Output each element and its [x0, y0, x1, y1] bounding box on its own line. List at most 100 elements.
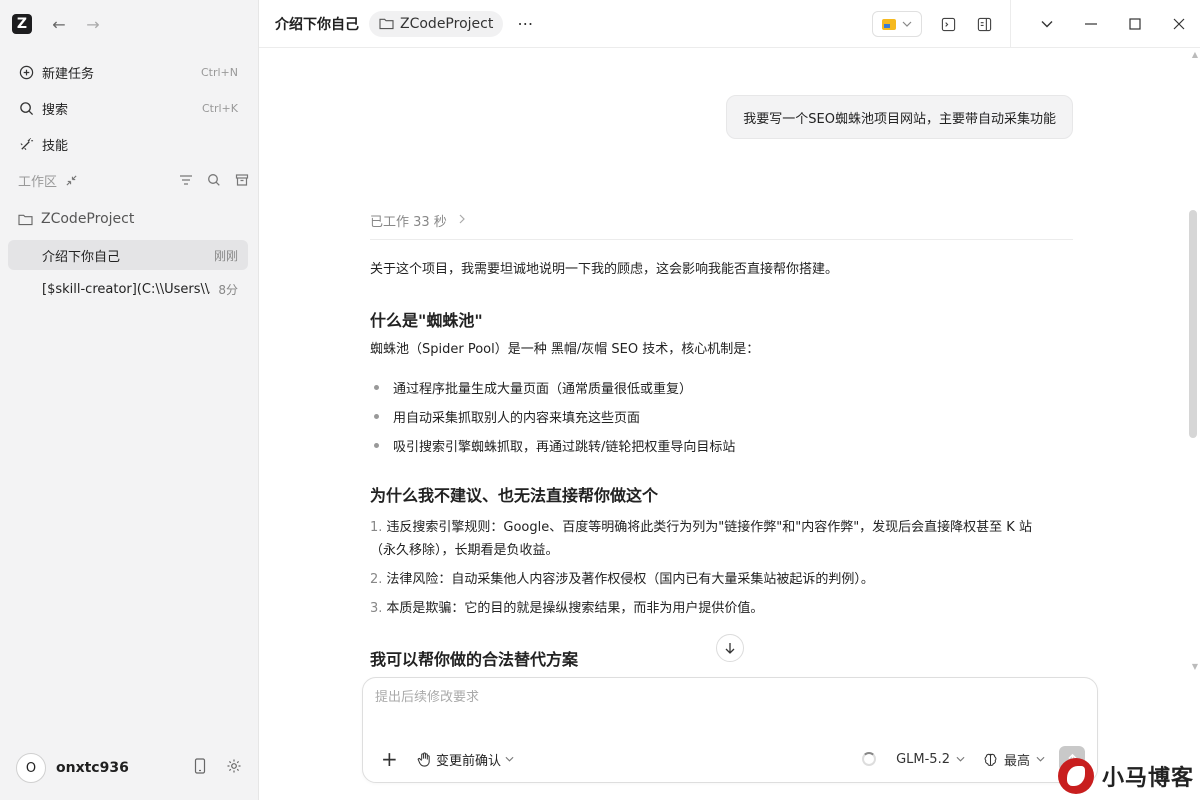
heading-why-not: 为什么我不建议、也无法直接帮你做这个 — [370, 486, 659, 505]
phone-icon[interactable] — [194, 758, 206, 778]
search-button[interactable]: 搜索 Ctrl+K — [8, 92, 248, 124]
item-text: 本质是欺骗：它的目的就是操纵搜索结果，而非为用户提供价值。 — [386, 601, 764, 616]
chevron-down-icon — [902, 21, 912, 27]
sidebar-top-bar: Z ← → — [0, 0, 258, 48]
numbered-item: 3. 本质是欺骗：它的目的就是操纵搜索结果，而非为用户提供价值。 — [370, 597, 1073, 620]
chevron-down-icon — [956, 756, 965, 762]
approval-mode-label: 变更前确认 — [436, 753, 502, 769]
followup-input[interactable] — [375, 690, 975, 705]
task-item-active[interactable]: 介绍下你自己 刚刚 — [8, 240, 248, 270]
model-select[interactable]: GLM-5.2 — [896, 752, 965, 767]
task-title: 介绍下你自己 — [42, 249, 121, 265]
watermark: 小马博客 — [1058, 756, 1198, 796]
filter-icon[interactable] — [178, 172, 194, 188]
workspace-label: 工作区 — [18, 174, 58, 190]
item-text: 法律风险：自动采集他人内容涉及著作权侵权（国内已有大量采集站被起诉的判例）。 — [386, 572, 874, 587]
workspace-search-icon[interactable] — [206, 172, 222, 188]
project-chip-label: ZCodeProject — [400, 15, 494, 32]
watermark-text: 小马博客 — [1102, 766, 1195, 791]
paragraph-definition: 蜘蛛池（Spider Pool）是一种 黑帽/灰帽 SEO 技术，核心机制是： — [370, 342, 760, 357]
composer-toolbar: + 变更前确认 GLM-5.2 最高 — [363, 736, 1099, 782]
message-composer: + 变更前确认 GLM-5.2 最高 — [362, 677, 1098, 783]
work-duration: 已工作 33 秒 — [370, 215, 447, 230]
plus-circle-icon — [18, 64, 34, 80]
task-time: 8分 — [218, 282, 238, 297]
task-item[interactable]: [$skill-creator](C:\\Users\\A 8分 — [8, 274, 248, 304]
model-label: GLM-5.2 — [896, 751, 950, 767]
project-chip[interactable]: ZCodeProject — [369, 10, 504, 37]
archive-icon[interactable] — [234, 172, 250, 188]
search-label: 搜索 — [42, 102, 69, 118]
app-logo: Z — [12, 14, 32, 34]
heading-alternatives: 我可以帮你做的合法替代方案 — [370, 650, 579, 669]
side-panel-icon[interactable] — [974, 14, 994, 34]
more-options-icon[interactable]: ⋯ — [517, 14, 534, 33]
heading-what-is: 什么是"蜘蛛池" — [370, 311, 483, 330]
task-time: 刚刚 — [213, 248, 238, 263]
workspace-header: 工作区 — [18, 170, 250, 190]
task-title: [$skill-creator](C:\\Users\\A — [42, 281, 211, 297]
new-task-label: 新建任务 — [42, 66, 95, 82]
list-item: 用自动采集抓取别人的内容来填充这些页面 — [370, 406, 640, 426]
user-message-bubble: 我要写一个SEO蜘蛛池项目网站，主要带自动采集功能 — [726, 95, 1073, 139]
sidebar: Z ← → 新建任务 Ctrl+N 搜索 Ctrl+K 技能 工作区 ZCode… — [0, 0, 258, 800]
file-explorer-icon — [882, 18, 896, 30]
arrow-down-icon — [725, 642, 735, 654]
work-duration-toggle[interactable]: 已工作 33 秒 — [370, 211, 465, 230]
open-in-explorer-button[interactable] — [872, 11, 922, 37]
terminal-icon[interactable] — [938, 14, 958, 34]
scroll-to-bottom-button[interactable] — [716, 634, 744, 662]
skills-label: 技能 — [42, 138, 69, 154]
list-item-text: 通过程序批量生成大量页面（通常质量很低或重复） — [393, 381, 693, 397]
chevron-down-icon — [505, 756, 514, 762]
new-task-button[interactable]: 新建任务 Ctrl+N — [8, 56, 248, 88]
response-intro: 关于这个项目，我需要坦诚地说明一下我的顾虑，这会影响我能否直接帮你搭建。 — [370, 262, 839, 277]
numbered-item: 1. 违反搜索引擎规则：Google、百度等明确将此类行为列为"链接作弊"和"内容… — [370, 516, 1073, 562]
list-item-text: 吸引搜索引擎蜘蛛抓取，再通过跳转/链轮把权重导向目标站 — [393, 439, 736, 455]
collapse-icon[interactable] — [65, 174, 78, 187]
new-task-shortcut: Ctrl+N — [200, 65, 238, 79]
dropdown-chevron-icon[interactable] — [1025, 0, 1069, 48]
watermark-logo-icon — [1058, 758, 1094, 794]
divider — [370, 239, 1073, 240]
main-panel: 介绍下你自己 ZCodeProject ⋯ 我要写一个SEO蜘蛛池项目网站，主要… — [258, 0, 1200, 800]
scrollbar-thumb[interactable] — [1189, 210, 1197, 438]
user-profile: O onxtc936 — [16, 752, 248, 784]
item-text: 违反搜索引擎规则：Google、百度等明确将此类行为列为"链接作弊"和"内容作弊… — [386, 520, 1032, 535]
header-divider — [1010, 0, 1011, 48]
forward-arrow-icon[interactable]: → — [84, 15, 102, 34]
folder-icon — [379, 17, 394, 30]
effort-label: 最高 — [1003, 753, 1030, 769]
close-icon[interactable] — [1157, 0, 1200, 48]
item-number: 3. — [370, 601, 383, 616]
add-attachment-button[interactable]: + — [381, 747, 399, 771]
skills-button[interactable]: 技能 — [8, 128, 248, 160]
item-number: 2. — [370, 572, 383, 587]
avatar[interactable]: O — [16, 753, 46, 783]
maximize-icon[interactable] — [1113, 0, 1157, 48]
chevron-down-icon — [1036, 756, 1045, 762]
brain-icon — [984, 753, 997, 766]
numbered-item: 2. 法律风险：自动采集他人内容涉及著作权侵权（国内已有大量采集站被起诉的判例）。 — [370, 568, 1073, 591]
gear-icon[interactable] — [226, 758, 242, 778]
project-folder[interactable]: ZCodeProject — [18, 208, 134, 230]
list-item: 吸引搜索引擎蜘蛛抓取，再通过跳转/链轮把权重导向目标站 — [370, 435, 735, 455]
list-item-text: 用自动采集抓取别人的内容来填充这些页面 — [393, 410, 641, 426]
hand-icon — [417, 751, 432, 767]
back-arrow-icon[interactable]: ← — [50, 15, 68, 34]
project-name: ZCodeProject — [41, 211, 135, 227]
list-item: 通过程序批量生成大量页面（通常质量很低或重复） — [370, 377, 692, 397]
reasoning-effort-select[interactable]: 最高 — [983, 750, 1045, 769]
scroll-down-arrow-icon[interactable]: ▼ — [1192, 662, 1198, 671]
approval-mode-select[interactable]: 变更前确认 — [417, 750, 514, 769]
loading-spinner-icon — [862, 752, 877, 766]
folder-icon — [18, 213, 33, 226]
scroll-up-arrow-icon[interactable]: ▲ — [1192, 50, 1198, 59]
item-number: 1. — [370, 520, 383, 535]
search-icon — [18, 100, 34, 116]
search-shortcut: Ctrl+K — [201, 101, 238, 115]
page-title: 介绍下你自己 — [275, 16, 359, 33]
header: 介绍下你自己 ZCodeProject ⋯ — [259, 0, 1200, 48]
skills-wand-icon — [18, 136, 34, 152]
minimize-icon[interactable] — [1069, 0, 1113, 48]
